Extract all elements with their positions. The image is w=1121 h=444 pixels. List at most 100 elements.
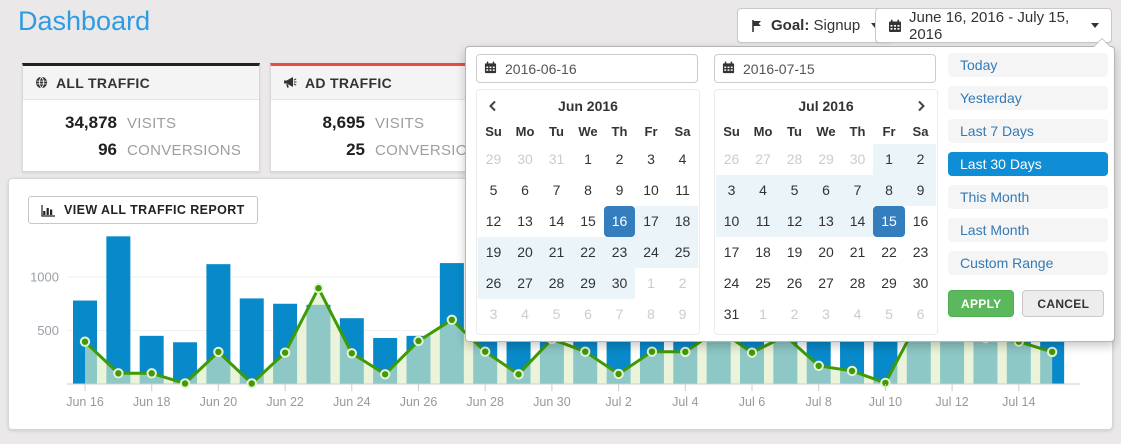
calendar-day[interactable]: 26 bbox=[716, 144, 748, 175]
range-item-custom-range[interactable]: Custom Range bbox=[948, 251, 1108, 275]
calendar-day[interactable]: 3 bbox=[635, 144, 667, 175]
calendar-day[interactable]: 6 bbox=[572, 299, 604, 330]
calendar-day[interactable]: 25 bbox=[667, 237, 699, 268]
calendar-day[interactable]: 17 bbox=[716, 237, 748, 268]
calendar-day[interactable]: 18 bbox=[667, 206, 699, 237]
range-item-last-month[interactable]: Last Month bbox=[948, 218, 1108, 242]
date-range-dropdown-button[interactable]: June 16, 2016 - July 15, 2016 bbox=[875, 8, 1112, 43]
calendar-day[interactable]: 5 bbox=[541, 299, 573, 330]
calendar-day[interactable]: 14 bbox=[541, 206, 573, 237]
calendar-day[interactable]: 29 bbox=[478, 144, 510, 175]
calendar-day[interactable]: 13 bbox=[810, 206, 842, 237]
calendar-day[interactable]: 1 bbox=[873, 144, 905, 175]
prev-month-button[interactable] bbox=[483, 97, 503, 117]
calendar-day[interactable]: 22 bbox=[572, 237, 604, 268]
calendar-day[interactable]: 1 bbox=[747, 299, 779, 330]
calendar-day[interactable]: 16 bbox=[905, 206, 937, 237]
range-item-last-30-days[interactable]: Last 30 Days bbox=[948, 152, 1108, 176]
calendar-day[interactable]: 30 bbox=[842, 144, 874, 175]
calendar-day[interactable]: 7 bbox=[604, 299, 636, 330]
calendar-day[interactable]: 6 bbox=[509, 175, 541, 206]
calendar-day[interactable]: 19 bbox=[478, 237, 510, 268]
range-item-last-7-days[interactable]: Last 7 Days bbox=[948, 119, 1108, 143]
calendar-day[interactable]: 21 bbox=[541, 237, 573, 268]
calendar-day[interactable]: 1 bbox=[572, 144, 604, 175]
calendar-day-selected[interactable]: 16 bbox=[604, 206, 636, 237]
calendar-day[interactable]: 2 bbox=[905, 144, 937, 175]
calendar-day[interactable]: 8 bbox=[873, 175, 905, 206]
calendar-day[interactable]: 24 bbox=[716, 268, 748, 299]
calendar-day[interactable]: 29 bbox=[810, 144, 842, 175]
calendar-day[interactable]: 3 bbox=[478, 299, 510, 330]
calendar-day[interactable]: 12 bbox=[478, 206, 510, 237]
calendar-day[interactable]: 6 bbox=[905, 299, 937, 330]
calendar-day[interactable]: 17 bbox=[635, 206, 667, 237]
calendar-day[interactable]: 15 bbox=[572, 206, 604, 237]
calendar-day[interactable]: 23 bbox=[604, 237, 636, 268]
calendar-day[interactable]: 30 bbox=[905, 268, 937, 299]
calendar-day[interactable]: 22 bbox=[873, 237, 905, 268]
range-item-this-month[interactable]: This Month bbox=[948, 185, 1108, 209]
calendar-day[interactable]: 21 bbox=[842, 237, 874, 268]
calendar-day[interactable]: 18 bbox=[747, 237, 779, 268]
calendar-day[interactable]: 24 bbox=[635, 237, 667, 268]
calendar-day[interactable]: 20 bbox=[810, 237, 842, 268]
calendar-day[interactable]: 4 bbox=[842, 299, 874, 330]
calendar-day[interactable]: 29 bbox=[572, 268, 604, 299]
start-date-input[interactable] bbox=[476, 54, 698, 83]
calendar-day[interactable]: 28 bbox=[541, 268, 573, 299]
calendar-day[interactable]: 13 bbox=[509, 206, 541, 237]
calendar-day[interactable]: 28 bbox=[842, 268, 874, 299]
calendar-day[interactable]: 4 bbox=[667, 144, 699, 175]
calendar-day-selected[interactable]: 15 bbox=[873, 206, 905, 237]
calendar-day[interactable]: 30 bbox=[604, 268, 636, 299]
calendar-day[interactable]: 31 bbox=[541, 144, 573, 175]
calendar-day[interactable]: 28 bbox=[779, 144, 811, 175]
calendar-day[interactable]: 6 bbox=[810, 175, 842, 206]
calendar-day[interactable]: 8 bbox=[572, 175, 604, 206]
goal-dropdown-button[interactable]: Goal: Signup bbox=[737, 8, 892, 43]
calendar-day[interactable]: 20 bbox=[509, 237, 541, 268]
calendar-day[interactable]: 9 bbox=[667, 299, 699, 330]
calendar-day[interactable]: 3 bbox=[810, 299, 842, 330]
calendar-day[interactable]: 30 bbox=[509, 144, 541, 175]
calendar-day[interactable]: 27 bbox=[509, 268, 541, 299]
calendar-day[interactable]: 23 bbox=[905, 237, 937, 268]
cancel-button[interactable]: CANCEL bbox=[1022, 290, 1104, 317]
calendar-day[interactable]: 8 bbox=[635, 299, 667, 330]
end-date-input[interactable] bbox=[714, 54, 936, 83]
calendar-day[interactable]: 1 bbox=[635, 268, 667, 299]
calendar-day[interactable]: 11 bbox=[747, 206, 779, 237]
calendar-day[interactable]: 10 bbox=[716, 206, 748, 237]
calendar-day[interactable]: 4 bbox=[747, 175, 779, 206]
calendar-day[interactable]: 26 bbox=[478, 268, 510, 299]
calendar-day[interactable]: 2 bbox=[779, 299, 811, 330]
calendar-day[interactable]: 12 bbox=[779, 206, 811, 237]
calendar-day[interactable]: 7 bbox=[541, 175, 573, 206]
view-all-traffic-report-button[interactable]: VIEW ALL TRAFFIC REPORT bbox=[28, 196, 258, 224]
calendar-day[interactable]: 4 bbox=[509, 299, 541, 330]
calendar-day[interactable]: 19 bbox=[779, 237, 811, 268]
calendar-day[interactable]: 3 bbox=[716, 175, 748, 206]
calendar-day[interactable]: 7 bbox=[842, 175, 874, 206]
calendar-day[interactable]: 11 bbox=[667, 175, 699, 206]
range-item-yesterday[interactable]: Yesterday bbox=[948, 86, 1108, 110]
calendar-day[interactable]: 26 bbox=[779, 268, 811, 299]
calendar-day[interactable]: 14 bbox=[842, 206, 874, 237]
calendar-day[interactable]: 31 bbox=[716, 299, 748, 330]
range-item-today[interactable]: Today bbox=[948, 53, 1108, 77]
calendar-day[interactable]: 10 bbox=[635, 175, 667, 206]
calendar-day[interactable]: 2 bbox=[667, 268, 699, 299]
calendar-day[interactable]: 27 bbox=[810, 268, 842, 299]
calendar-day[interactable]: 25 bbox=[747, 268, 779, 299]
calendar-day[interactable]: 5 bbox=[478, 175, 510, 206]
calendar-day[interactable]: 27 bbox=[747, 144, 779, 175]
calendar-day[interactable]: 5 bbox=[779, 175, 811, 206]
calendar-day[interactable]: 5 bbox=[873, 299, 905, 330]
next-month-button[interactable] bbox=[911, 97, 931, 117]
calendar-day[interactable]: 9 bbox=[905, 175, 937, 206]
calendar-day[interactable]: 29 bbox=[873, 268, 905, 299]
apply-button[interactable]: APPLY bbox=[948, 290, 1014, 317]
calendar-day[interactable]: 9 bbox=[604, 175, 636, 206]
calendar-day[interactable]: 2 bbox=[604, 144, 636, 175]
